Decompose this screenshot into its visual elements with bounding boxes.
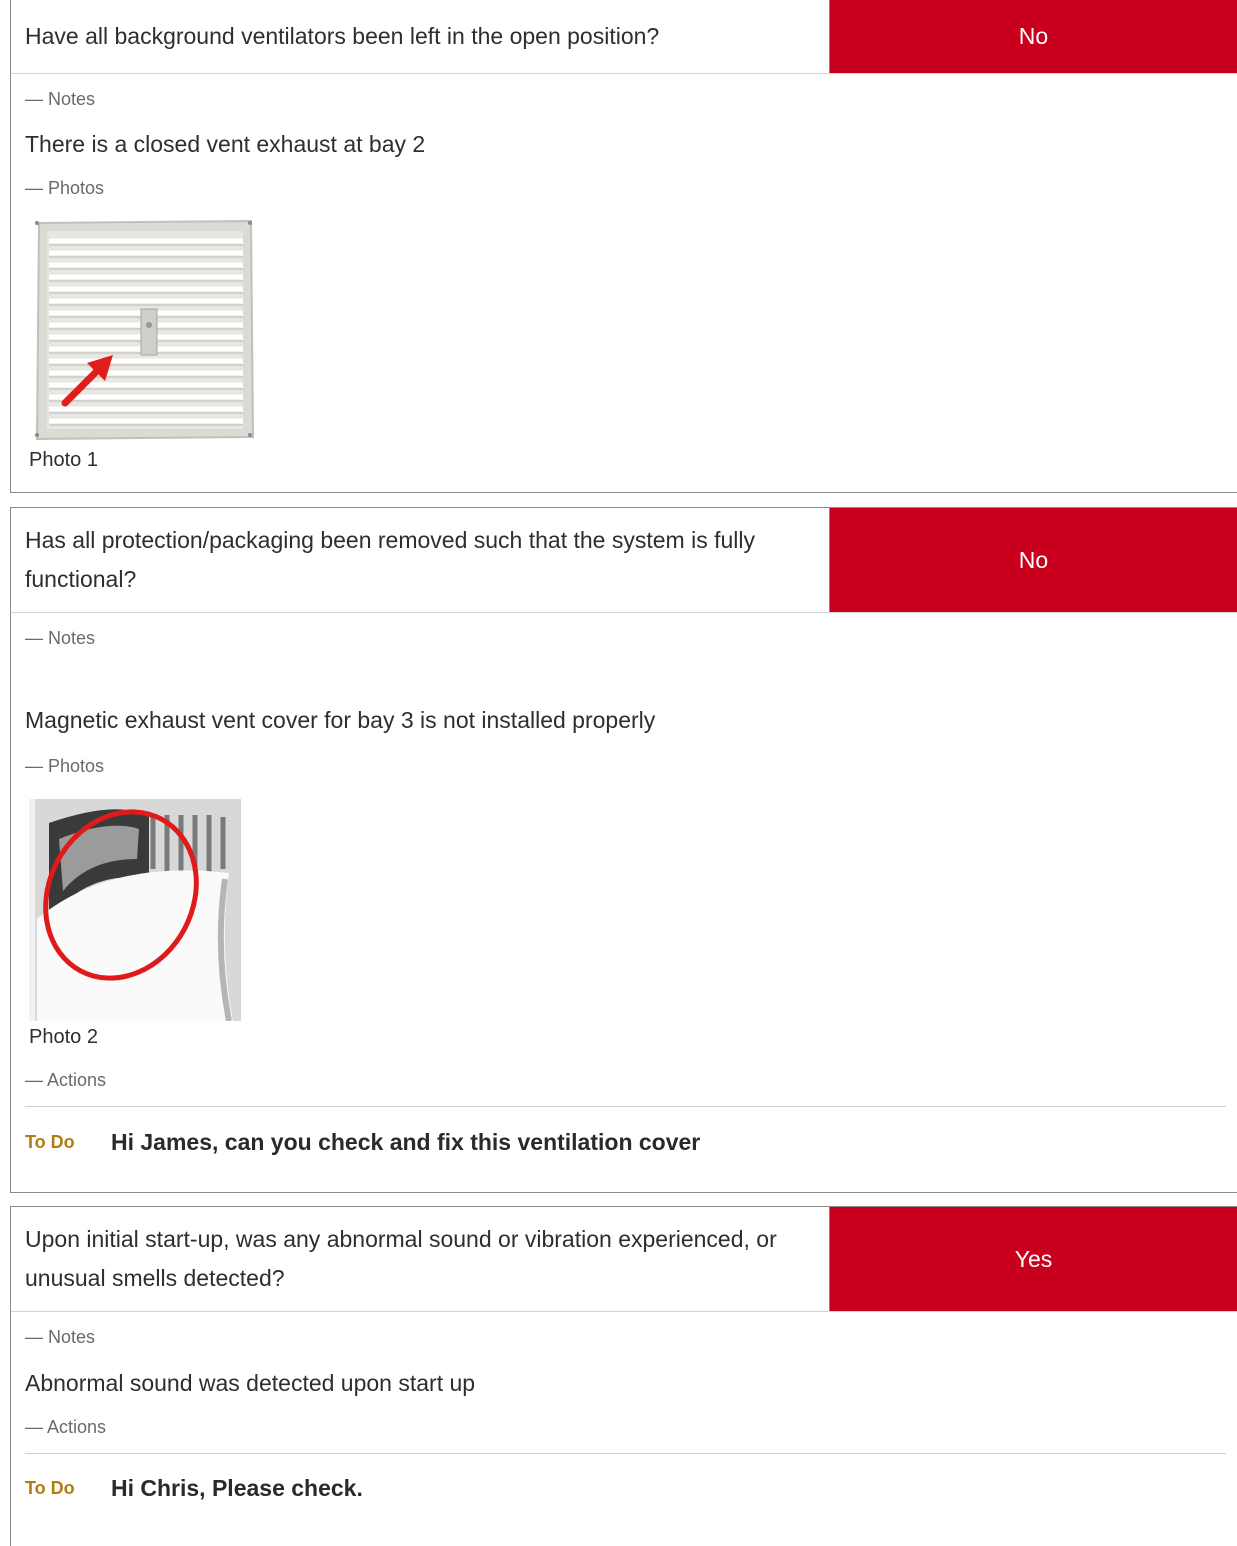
actions-label: — Actions	[25, 1070, 107, 1090]
question-text: Have all background ventilators been lef…	[25, 23, 660, 49]
question-card-3: Upon initial start-up, was any abnormal …	[10, 1206, 1237, 1546]
actions-divider	[25, 1106, 1226, 1107]
action-status-badge: To Do	[25, 1478, 75, 1498]
question-card-2: Has all protection/packaging been remove…	[10, 507, 1237, 1193]
photo-2-image[interactable]	[29, 799, 241, 1021]
question-text: Has all protection/packaging been remove…	[25, 527, 755, 592]
question-row: Has all protection/packaging been remove…	[11, 507, 1237, 613]
notes-label: — Notes	[25, 1327, 96, 1347]
photos-label: — Photos	[25, 756, 105, 776]
actions-label: — Actions	[25, 1417, 107, 1437]
note-text: Abnormal sound was detected upon start u…	[25, 1370, 476, 1396]
photo-caption: Photo 2	[29, 1026, 98, 1048]
question-card-1: Have all background ventilators been lef…	[10, 0, 1237, 493]
question-row: Have all background ventilators been lef…	[11, 0, 1237, 74]
note-text: Magnetic exhaust vent cover for bay 3 is…	[25, 707, 656, 733]
photos-label: — Photos	[25, 178, 105, 198]
answer-badge[interactable]: No	[829, 508, 1237, 612]
note-text: There is a closed vent exhaust at bay 2	[25, 131, 426, 157]
question-text: Upon initial start-up, was any abnormal …	[25, 1226, 777, 1291]
question-row: Upon initial start-up, was any abnormal …	[11, 1206, 1237, 1312]
notes-label: — Notes	[25, 89, 96, 109]
notes-label: — Notes	[25, 628, 96, 648]
photo-caption: Photo 1	[29, 449, 98, 471]
action-text[interactable]: Hi James, can you check and fix this ven…	[111, 1129, 700, 1156]
photo-1-image[interactable]	[29, 217, 255, 443]
answer-badge[interactable]: No	[829, 0, 1237, 73]
action-text[interactable]: Hi Chris, Please check.	[111, 1475, 363, 1502]
actions-divider	[25, 1453, 1226, 1454]
answer-badge[interactable]: Yes	[829, 1207, 1237, 1311]
action-status-badge: To Do	[25, 1132, 75, 1152]
